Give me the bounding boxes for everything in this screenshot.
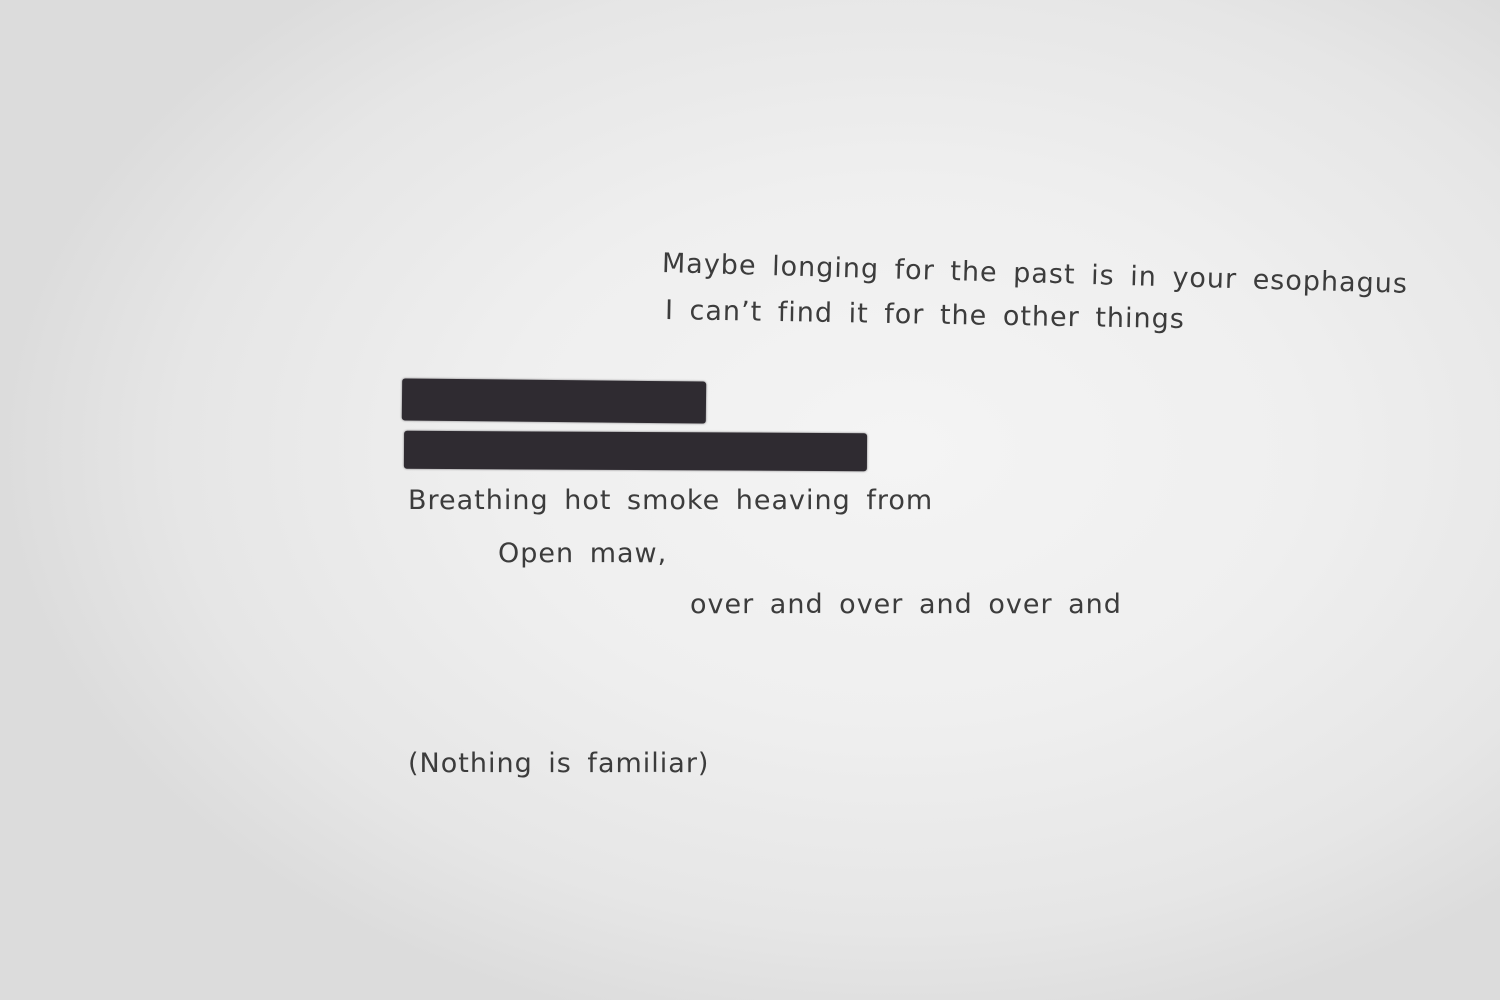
poem-line-4: Open maw,	[498, 538, 668, 569]
poem-line-3: Breathing hot smoke heaving from	[408, 485, 934, 516]
poem-line-5: over and over and over and	[690, 589, 1122, 620]
poem-line-6: (Nothing is familiar)	[408, 748, 710, 779]
poem-line-1: Maybe longing for the past is in your es…	[661, 248, 1409, 300]
redaction-bar-1	[401, 378, 707, 424]
redaction-bar-2	[403, 430, 868, 472]
poem-line-2: I can’t find it for the other things	[664, 295, 1186, 336]
paper-sheet: Maybe longing for the past is in your es…	[0, 0, 1500, 1000]
